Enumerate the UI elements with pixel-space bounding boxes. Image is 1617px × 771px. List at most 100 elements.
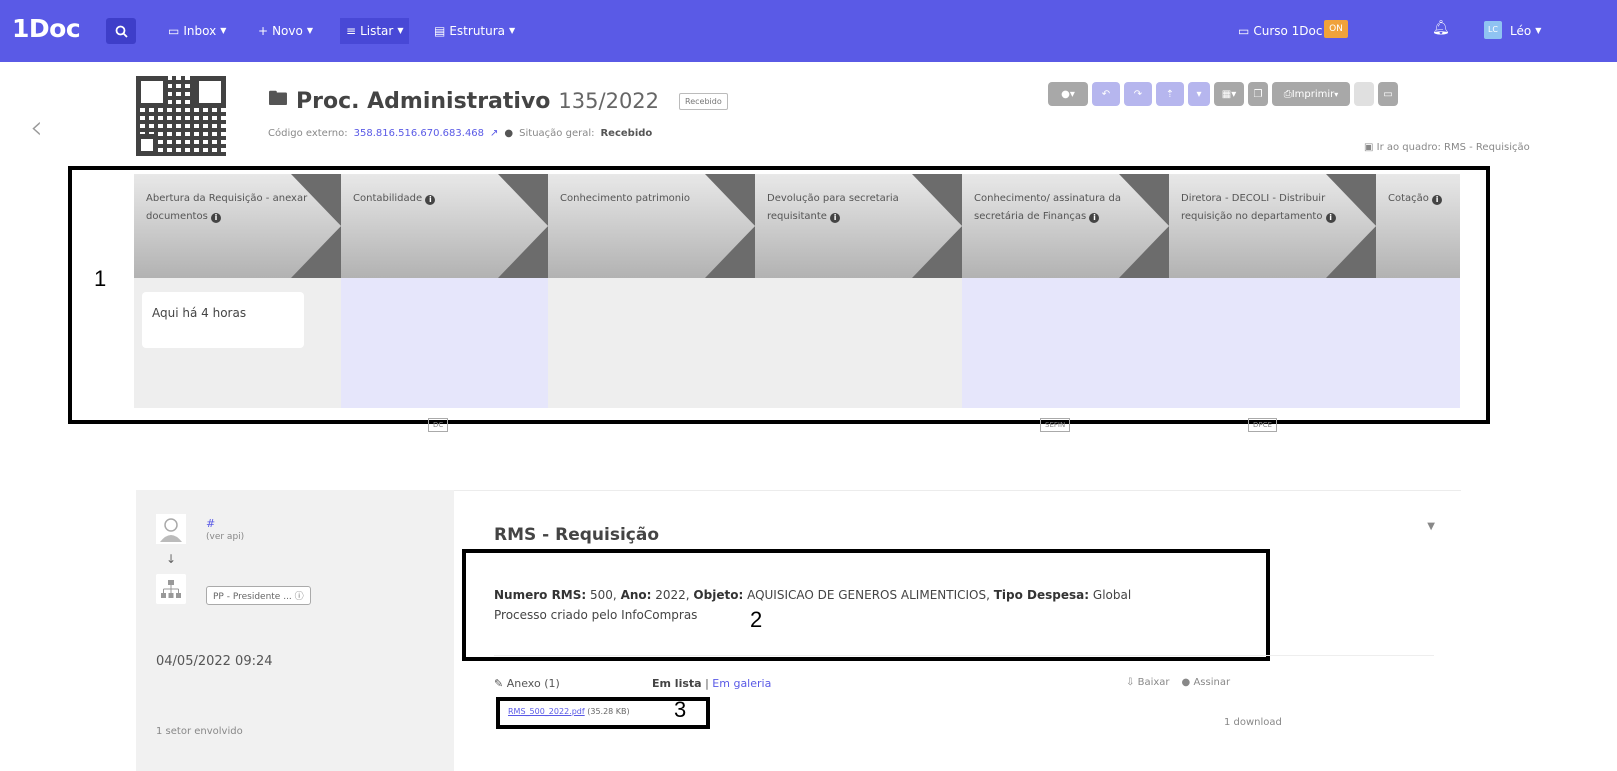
field-value: Global — [1089, 588, 1132, 602]
attachment-file: RMS_500_2022.pdf (35.28 KB) — [508, 707, 630, 716]
org-chart-icon — [156, 574, 186, 604]
attachment-actions: ⇩ Baixar ● Assinar — [1126, 677, 1230, 688]
info-icon[interactable]: i — [210, 213, 221, 223]
view-mode-switch: Em lista | Em galeria — [652, 677, 771, 690]
annotation-number-1: 1 — [94, 266, 107, 291]
external-link-icon[interactable]: ↗ — [490, 128, 498, 139]
attachments-toggle[interactable]: ✎ Anexo (1) — [494, 677, 560, 690]
sign-icon: ● — [1181, 677, 1191, 688]
user-avatar[interactable]: LC — [1484, 21, 1502, 39]
stage-card[interactable]: Aqui há 4 horas — [142, 292, 304, 348]
workflow-stage[interactable]: Devolução para secretaria requisitante i — [755, 174, 962, 408]
stage-sector-tag: SEFIN — [1040, 418, 1071, 432]
org-status-badge: ON — [1324, 20, 1348, 38]
field-label: Ano: — [620, 588, 652, 602]
sectors-involved[interactable]: 1 setor envolvido — [156, 726, 243, 737]
user-avatar-icon — [156, 514, 186, 544]
nav-estrutura-label: Estrutura — [449, 24, 506, 38]
recipient-sector-pill[interactable]: PP - Presidente ... ⓘ — [206, 586, 311, 605]
caret-down-icon: ▼ — [1535, 26, 1542, 35]
external-code-label: Código externo: — [268, 128, 348, 139]
attachment-file-size: (35.28 KB) — [587, 707, 630, 716]
download-icon: ⇩ — [1126, 677, 1135, 688]
workflow-stage[interactable]: Diretora - DECOLI - Distribuir requisiçã… — [1169, 174, 1376, 408]
workflow-stage[interactable]: Contabilidade i — [341, 174, 548, 408]
sender-note: (ver api) — [206, 532, 245, 542]
user-menu[interactable]: Léo ▼ — [1504, 18, 1547, 44]
workflow-board: Abertura da Requisição - anexar document… — [134, 174, 1460, 408]
eye-icon[interactable]: ● — [504, 128, 513, 139]
more-dropdown-button[interactable]: ▾ — [1188, 82, 1210, 106]
status-badge: Recebido — [679, 92, 728, 110]
org-label: Curso 1Doc — [1253, 24, 1323, 38]
goto-board-link[interactable]: ▣ Ir ao quadro: RMS - Requisição — [1364, 142, 1530, 153]
board-button[interactable]: ▦▾ — [1214, 82, 1244, 106]
info-icon[interactable]: i — [425, 195, 436, 205]
forward-button[interactable]: ↷ — [1124, 82, 1152, 106]
field-label: Tipo Despesa: — [993, 588, 1090, 602]
board-icon: ▣ — [1364, 142, 1374, 153]
stage-sector-tag: DC — [428, 418, 449, 432]
info-icon[interactable]: i — [1432, 195, 1443, 205]
print-icon: ⎙ — [1283, 88, 1292, 100]
archive-icon: ▭ — [1383, 88, 1393, 100]
document-type: Proc. Administrativo — [296, 88, 551, 114]
stage-sector-tag: DPCE — [1248, 418, 1277, 432]
document-description: Numero RMS: 500, Ano: 2022, Objeto: AQUI… — [494, 585, 1254, 625]
field-value: 500, — [586, 588, 621, 602]
inbox-icon: ▭ — [168, 24, 180, 38]
download-all-button[interactable]: ⇩ Baixar — [1126, 677, 1170, 688]
attachments-label: Anexo (1) — [506, 677, 560, 690]
upload-button[interactable]: ⇡ — [1156, 82, 1184, 106]
description-second-line: Processo criado pelo InfoCompras — [494, 608, 698, 622]
caret-down-icon: ▼ — [397, 26, 404, 35]
caret-down-icon: ▾ — [1196, 88, 1202, 100]
nav-listar[interactable]: ≡ Listar ▼ — [340, 18, 410, 44]
nav-estrutura[interactable]: ▤ Estrutura ▼ — [428, 18, 521, 44]
sign-button[interactable]: ● Assinar — [1182, 677, 1231, 688]
document-meta: Código externo: 358.816.516.670.683.468 … — [268, 128, 652, 139]
back-chevron-icon[interactable]: ‹ — [30, 108, 43, 146]
activity-datetime: 04/05/2022 09:24 — [156, 654, 273, 669]
print-button[interactable]: ⎙ Imprimir ▾ — [1272, 82, 1350, 106]
search-button[interactable] — [106, 18, 136, 44]
workflow-stage[interactable]: Abertura da Requisição - anexar document… — [134, 174, 341, 408]
info-icon[interactable]: i — [830, 213, 841, 223]
paperclip-icon: ✎ — [494, 677, 504, 690]
info-icon[interactable]: i — [1325, 213, 1336, 223]
upload-icon: ⇡ — [1165, 88, 1175, 100]
nav-novo[interactable]: + Novo ▼ — [252, 18, 319, 44]
reply-button[interactable]: ↶ — [1092, 82, 1120, 106]
nav-inbox[interactable]: ▭ Inbox ▼ — [162, 18, 232, 44]
tag-button[interactable]: ●▾ — [1048, 82, 1088, 106]
document-panel: RMS - Requisição ▼ Numero RMS: 500, Ano:… — [454, 490, 1461, 771]
stage-label: Devolução para secretaria requisitante i — [767, 193, 899, 223]
view-list-option[interactable]: Em lista — [652, 677, 702, 690]
view-gallery-option[interactable]: Em galeria — [712, 677, 771, 690]
app-logo[interactable]: 1Doc — [12, 14, 81, 43]
attachment-file-link[interactable]: RMS_500_2022.pdf — [508, 707, 585, 716]
external-code-link[interactable]: 358.816.516.670.683.468 — [354, 128, 484, 139]
info-icon[interactable]: i — [1089, 213, 1100, 223]
workflow-stage[interactable]: Conhecimento patrimonio — [548, 174, 755, 408]
nav-listar-label: Listar — [360, 24, 394, 38]
star-button[interactable] — [1354, 82, 1374, 106]
tag-icon: ●▾ — [1061, 88, 1075, 100]
field-value: 2022, — [651, 588, 694, 602]
situacao-value: Recebido — [600, 128, 653, 139]
field-value: AQUISICAO DE GENEROS ALIMENTICIOS, — [743, 588, 994, 602]
copy-button[interactable]: ❐ — [1248, 82, 1268, 106]
attachments-header: ✎ Anexo (1) Em lista | Em galeria ⇩ Baix… — [494, 675, 1434, 695]
caret-down-icon: ▼ — [509, 26, 516, 35]
info-icon: ⓘ — [294, 592, 304, 602]
workflow-stage[interactable]: Cotação i — [1376, 174, 1460, 408]
chevron-down-icon[interactable]: ▼ — [1427, 521, 1435, 532]
forward-icon: ↷ — [1133, 88, 1143, 100]
top-navbar: 1Doc ▭ Inbox ▼ + Novo ▼ ≡ Listar ▼ ▤ Est… — [0, 0, 1617, 62]
workflow-stage[interactable]: Conhecimento/ assinatura da secretária d… — [962, 174, 1169, 408]
stage-label: Abertura da Requisição - anexar document… — [146, 193, 308, 223]
sender-link[interactable]: # — [206, 517, 215, 530]
search-icon — [115, 25, 128, 38]
archive-button[interactable]: ▭ — [1378, 82, 1398, 106]
bell-icon[interactable]: 🔔︎ — [1432, 20, 1450, 36]
